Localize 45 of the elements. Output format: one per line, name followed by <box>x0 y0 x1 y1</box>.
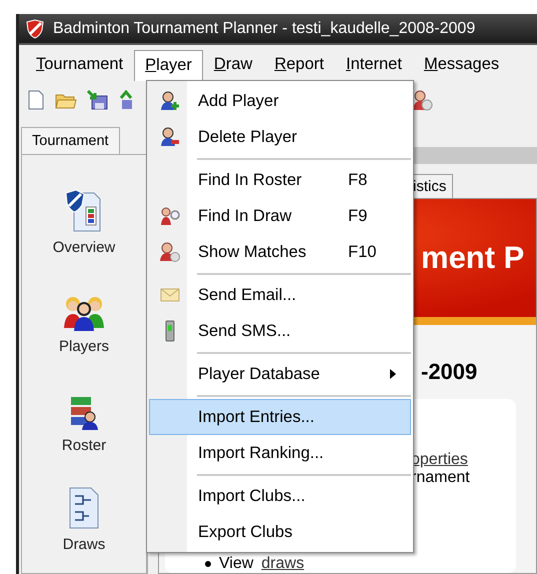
menu-item[interactable]: Player <box>134 50 203 81</box>
menu-entry[interactable]: Import Ranking... <box>149 435 411 471</box>
upload-icon[interactable] <box>119 90 133 110</box>
person-icon[interactable] <box>411 89 433 111</box>
menu-item[interactable]: Draw <box>202 49 264 81</box>
shortcut-text: F9 <box>348 206 368 226</box>
bullet-icon <box>205 561 211 567</box>
menu-item[interactable]: Messages <box>412 49 510 81</box>
mobile-phone-icon <box>165 320 175 342</box>
menu-entry[interactable]: Show Matches F10 <box>149 234 411 270</box>
sidebar-label[interactable]: Draws <box>62 536 106 553</box>
window-title: Badminton Tournament Planner - testi_kaudelle_2008-2009 <box>53 20 476 38</box>
menu-entry[interactable]: Add Player <box>149 83 411 119</box>
sidebar-tab[interactable]: Tournament <box>21 127 120 154</box>
menu-entry[interactable]: Import Clubs... <box>149 478 411 514</box>
bracket-document-icon[interactable] <box>66 486 101 530</box>
menu-entry[interactable]: Find In Draw F9 <box>149 198 411 234</box>
shortcut-text: F10 <box>348 242 378 262</box>
add-person-icon <box>160 91 180 111</box>
sidebar-label[interactable]: Overview <box>52 239 116 256</box>
menu-entry[interactable]: Export Clubs <box>149 514 411 550</box>
menu-item[interactable]: Internet <box>334 49 413 81</box>
draws-link[interactable]: draws <box>261 555 304 573</box>
menu-entry[interactable]: Import Entries... <box>149 399 411 435</box>
menu-entry[interactable]: Send Email... <box>149 277 411 313</box>
person-magnifier-icon <box>159 206 181 226</box>
shield-logo-icon <box>25 18 45 38</box>
bullet-text: View <box>219 555 254 573</box>
new-document-icon[interactable] <box>27 90 45 110</box>
submenu-arrow-icon <box>390 369 396 379</box>
remove-person-icon <box>160 127 180 147</box>
menu-item[interactable]: Report <box>263 49 335 81</box>
menu-item[interactable]: Tournament <box>25 49 134 81</box>
menu-entry[interactable]: Send SMS... <box>149 313 411 349</box>
banner-text: ment P <box>421 240 524 276</box>
sidebar-label[interactable]: Roster <box>62 437 106 454</box>
sidebar-label[interactable]: Players <box>58 338 110 355</box>
shortcut-text: F8 <box>348 170 368 190</box>
menu-entry[interactable]: Delete Player <box>149 119 411 155</box>
envelope-icon <box>160 287 180 303</box>
save-icon[interactable] <box>87 90 109 110</box>
person-ball-icon <box>159 242 181 262</box>
heading: -2009 <box>421 359 478 385</box>
stacked-bars-person-icon[interactable] <box>69 395 99 431</box>
menu-entry[interactable]: Player Database <box>149 356 411 392</box>
